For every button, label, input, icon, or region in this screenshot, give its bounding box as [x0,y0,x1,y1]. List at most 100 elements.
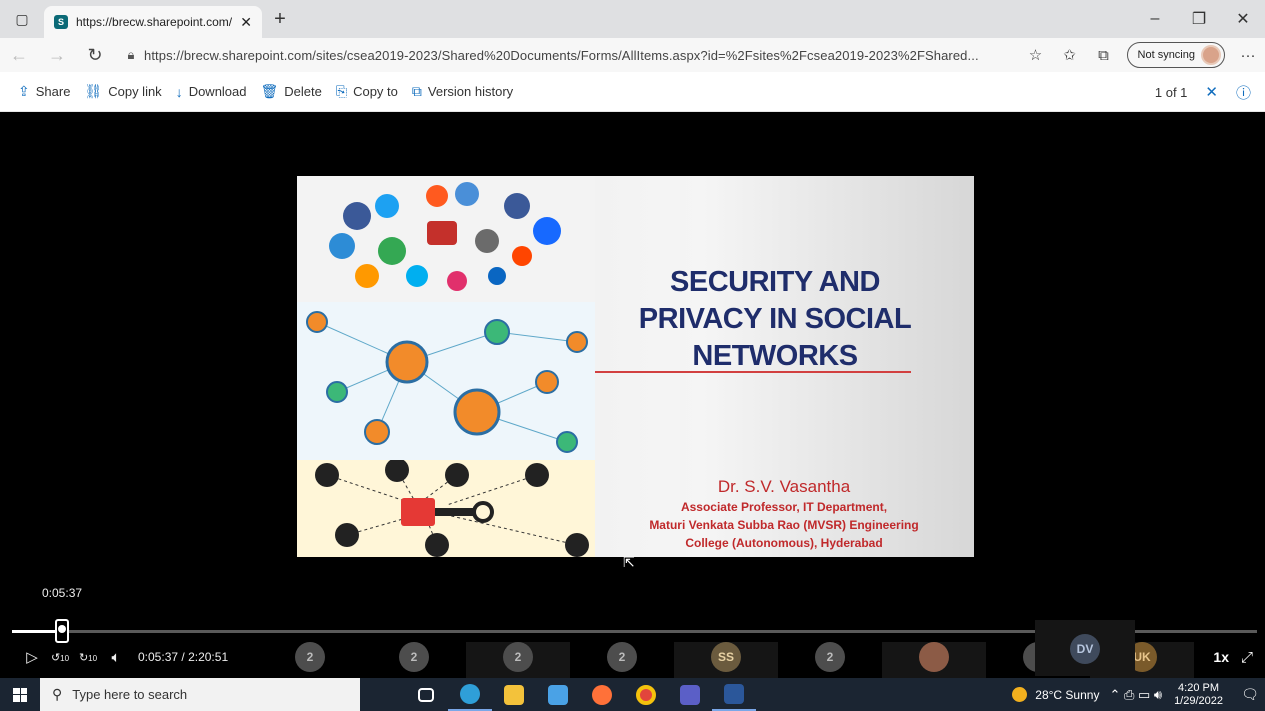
chrome-icon[interactable] [624,678,668,711]
forward-button[interactable]: → [38,45,76,66]
sharepoint-favicon-icon: S [54,15,68,29]
close-window-button[interactable]: ✕ [1221,0,1265,38]
participant-tile: 2 [362,642,466,682]
network-people-image [297,302,595,460]
store-icon[interactable] [536,678,580,711]
current-time: 0:05:37 [138,650,179,664]
favorite-star-icon[interactable]: ☆ [1019,46,1053,64]
teams-icon[interactable] [668,678,712,711]
download-label: Download [188,84,247,99]
participant-avatar: DV [1070,634,1100,664]
notification-icon[interactable]: 🗨︎ [1235,686,1265,703]
version-history-button[interactable]: ⧉ Version history [412,83,513,100]
taskbar-search-box[interactable]: ⚲ Type here to search [40,678,360,711]
author-institution-2: College (Autonomous), Hyderabad [685,536,883,550]
volume-icon[interactable]: 🔈︎ [102,649,130,666]
page-count: 1 of 1 [1154,84,1188,100]
tab-actions-icon[interactable]: ▢ [0,0,44,38]
info-icon[interactable]: ⓘ [1236,82,1251,103]
participant-tile: SS [674,642,778,682]
copy-to-button[interactable]: ⎘ Copy to [336,83,398,100]
weather-text[interactable]: 28°C Sunny [1035,688,1099,702]
play-icon[interactable]: ▷ [18,648,46,666]
link-icon: ⛓ [84,83,103,99]
browser-tab-strip: ▢ S https://brecw.sharepoint.com/sit ✕ +… [0,0,1265,38]
profile-sync-button[interactable]: Not syncing [1126,42,1225,68]
lock-icon[interactable]: 🔒︎ [118,47,144,63]
mouse-cursor-icon: ⇱ [623,554,635,570]
edge-icon[interactable] [448,678,492,711]
slide-title-line1: SECURITY AND [670,266,880,298]
browser-tab[interactable]: S https://brecw.sharepoint.com/sit ✕ [44,6,262,38]
author-institution-1: Maturi Venkata Subba Rao (MVSR) Engineer… [649,518,919,532]
share-button[interactable]: ⇪ Share [18,83,70,100]
more-menu-icon[interactable]: ··· [1231,47,1265,64]
author-name: Dr. S.V. Vasantha [717,477,851,496]
refresh-button[interactable]: ↻ [76,45,114,66]
fullscreen-icon[interactable]: ⤢ [1241,649,1253,666]
copy-link-label: Copy link [108,84,162,99]
new-tab-button[interactable]: + [262,8,298,31]
video-stage[interactable]: SECURITY AND PRIVACY IN SOCIAL NETWORKS … [0,112,1265,677]
participant-tile [882,642,986,682]
slide-title-line2: PRIVACY IN SOCIAL [638,303,912,335]
slide-title: SECURITY AND PRIVACY IN SOCIAL NETWORKS [615,264,935,375]
trash-icon: 🗑︎ [260,83,279,99]
time-separator: / [181,650,185,664]
download-button[interactable]: ↓ Download [176,84,247,100]
download-icon: ↓ [175,83,183,100]
participant-avatar: 2 [607,642,637,672]
start-button[interactable] [0,678,40,711]
participant-tile: 2 [258,642,362,682]
url-field[interactable]: 🔒︎ https://brecw.sharepoint.com/sites/cs… [118,41,1015,69]
task-view-icon[interactable] [404,678,448,711]
restore-button[interactable]: ❐ [1177,0,1221,38]
profile-avatar [1201,45,1221,65]
copy-to-label: Copy to [353,84,398,99]
padlock-key-image [297,460,595,557]
playback-speed-button[interactable]: 1x [1213,649,1229,665]
copy-link-button[interactable]: ⛓ Copy link [84,83,161,100]
close-viewer-icon[interactable]: ✕ [1205,83,1218,101]
skip-back-seconds: 10 [60,653,70,663]
file-explorer-icon[interactable] [492,678,536,711]
firefox-icon[interactable] [580,678,624,711]
share-label: Share [35,84,71,99]
search-placeholder: Type here to search [72,687,188,702]
windows-logo-icon [13,687,27,702]
participant-avatar: 2 [815,642,845,672]
delete-button[interactable]: 🗑︎ Delete [261,83,322,100]
slide-title-line3: NETWORKS [692,340,858,372]
clock[interactable]: 4:20 PM 1/29/2022 [1174,682,1223,708]
window-controls: – ❐ ✕ [1133,0,1265,38]
participant-tile: 2 [778,642,882,682]
participant-photo-avatar [919,642,949,672]
minimize-button[interactable]: – [1133,0,1177,38]
social-media-icons-image [297,176,595,302]
participant-avatar: 2 [399,642,429,672]
collections-icon[interactable]: ⧉ [1087,47,1121,64]
taskbar-apps [404,678,756,711]
participant-tile: DV [1035,620,1135,676]
system-tray: 28°C Sunny ⌃ ⎙ ▭ 🔊︎ 4:20 PM 1/29/2022 🗨︎ [1012,678,1265,711]
back-button[interactable]: ← [0,45,38,66]
author-role: Associate Professor, IT Department, [680,500,888,514]
share-icon: ⇪ [18,83,30,99]
version-history-label: Version history [427,84,514,99]
skip-forward-icon[interactable]: ↻10 [74,651,102,664]
clock-time: 4:20 PM [1178,681,1220,694]
skip-back-icon[interactable]: ↺10 [46,651,74,664]
hover-time-label: 0:05:37 [42,586,83,600]
clock-date: 1/29/2022 [1174,694,1223,707]
address-bar-row: ← → ↻ 🔒︎ https://brecw.sharepoint.com/si… [0,38,1265,72]
tray-icons[interactable]: ⌃ ⎙ ▭ 🔊︎ [1109,687,1162,703]
windows-taskbar: ⚲ Type here to search 28°C Sunny ⌃ ⎙ ▭ 🔊… [0,678,1265,711]
slide-author-block: Dr. S.V. Vasantha Associate Professor, I… [609,476,959,552]
favorites-icon[interactable]: ✩ [1053,46,1087,64]
participant-tile: 2 [466,642,570,682]
word-icon[interactable] [712,678,756,711]
participant-avatar: 2 [295,642,325,672]
close-tab-icon[interactable]: ✕ [240,14,252,31]
url-text: https://brecw.sharepoint.com/sites/csea2… [144,47,979,63]
tab-title: https://brecw.sharepoint.com/sit [76,15,233,29]
